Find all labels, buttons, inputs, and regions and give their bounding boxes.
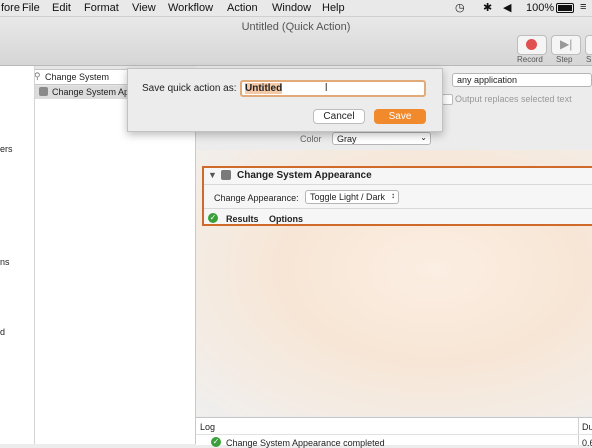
appearance-value: Toggle Light / Dark [310,192,386,202]
tab-results[interactable]: Results [226,214,259,224]
menu-view[interactable]: View [132,2,156,14]
time-machine-icon[interactable]: ◷ [455,1,465,14]
search-input[interactable]: Change System [45,72,109,82]
category-item[interactable]: d [0,327,5,337]
record-label: Record [517,55,543,64]
log-header[interactable]: Log [200,422,215,432]
record-button[interactable] [517,35,547,55]
category-item[interactable]: ers [0,144,13,154]
menu-window[interactable]: Window [272,2,311,14]
action-title: Change System Appearance [237,170,372,181]
action-icon [221,170,231,180]
duration-header[interactable]: Du [582,422,592,432]
stop-label: S [586,55,592,64]
battery-percent: 100% [526,2,555,14]
divider [204,208,592,209]
menu-format[interactable]: Format [84,2,119,14]
application-select[interactable]: any application [452,73,592,87]
disclosure-triangle-icon[interactable]: ▼ [208,170,217,180]
app-menu[interactable]: fore [1,2,20,14]
menu-workflow[interactable]: Workflow [168,2,213,14]
window-title: Untitled (Quick Action) [241,21,351,33]
window-toolbar: Untitled (Quick Action) Record ▶| Step S [0,17,592,66]
step-label: Step [556,55,573,64]
application-value: any application [457,75,518,85]
color-select[interactable]: Gray ⌄ [332,132,431,145]
menu-action[interactable]: Action [227,2,258,14]
automator-action-icon [39,87,48,96]
library-category-pane: ers ns d [0,66,35,444]
output-replaces-checkbox[interactable] [442,94,453,105]
control-center-icon[interactable]: ≡ [580,1,586,13]
divider [578,418,579,445]
save-as-label: Save quick action as: [142,83,237,94]
menu-bar: fore File Edit Format View Workflow Acti… [0,0,592,17]
log-duration: 0.6 [582,438,592,448]
chevron-down-icon: ⌄ [420,133,427,142]
quick-action-name-field[interactable]: Untitled Ɩ [240,80,426,97]
color-value: Gray [337,134,357,144]
appearance-select[interactable]: Toggle Light / Dark ↕ [305,190,399,204]
divider [196,434,592,435]
menu-edit[interactable]: Edit [52,2,71,14]
log-success-icon: ✓ [211,437,221,447]
step-icon: ▶| [560,37,573,51]
log-pane: Log Du ✓ Change System Appearance comple… [196,417,592,448]
action-card[interactable]: ▼ Change System Appearance Change Appear… [202,166,592,226]
name-input[interactable]: Untitled [245,83,283,94]
menu-help[interactable]: Help [322,2,345,14]
log-entry: Change System Appearance completed [226,438,385,448]
output-replaces-label: Output replaces selected text [455,94,572,104]
bluetooth-icon[interactable]: ✱ [483,1,492,14]
action-result-label: Change System Ap [52,87,130,97]
text-cursor-icon: Ɩ [325,82,328,94]
stop-button[interactable] [585,35,592,55]
battery-fill [558,5,572,11]
save-dialog: Save quick action as: Untitled Ɩ Cancel … [127,68,443,132]
step-button[interactable]: ▶| [551,35,581,55]
color-label: Color [300,134,322,144]
appearance-label: Change Appearance: [214,193,299,203]
category-item[interactable]: ns [0,257,10,267]
volume-icon[interactable]: ◀ [503,1,511,14]
cancel-button[interactable]: Cancel [313,109,365,124]
success-check-icon: ✓ [208,213,218,223]
record-icon [526,39,537,50]
library-action-list: Change System Ap [35,86,196,444]
save-button[interactable]: Save [374,109,426,124]
divider [204,184,592,185]
battery-icon[interactable] [556,3,574,13]
menu-file[interactable]: File [22,2,40,14]
tab-options[interactable]: Options [269,214,303,224]
chevron-updown-icon: ↕ [391,191,395,200]
